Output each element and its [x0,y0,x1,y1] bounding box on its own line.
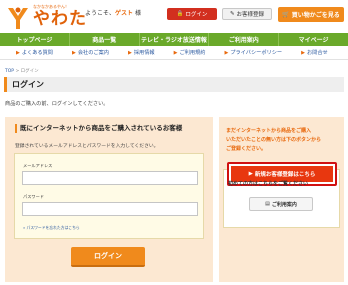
password-field[interactable] [22,202,198,216]
first-time-text: 初めての方はこちらをご覧ください [228,181,309,187]
register-panel: まだインターネットから商品をご購入 いただいたことの無い方は下のボタンから ご登… [219,117,344,282]
welcome-message: ようこそ、ゲスト 様 [85,9,141,19]
header-login-button[interactable]: 🔒 ログイン [167,8,217,20]
breadcrumb: TOP > ログイン [5,68,39,74]
email-field[interactable] [22,171,198,185]
welcome-suffix: 様 [133,10,141,17]
welcome-guest-name: ゲスト [115,10,134,17]
subnav-item-terms[interactable]: ▶ ご利用規約 [173,49,206,57]
site-header: なかなかあるやん！ やわた ようこそ、ゲスト 様 🔒 ログイン ✎ お客様登録 🛒 買… [0,0,348,36]
password-label: パスワード [23,194,44,199]
logo-text[interactable]: やわた [33,9,87,29]
breadcrumb-home[interactable]: TOP [5,69,14,74]
page-title-bar: ログイン [4,77,344,92]
subnav-item-label: よくある質問 [21,50,53,56]
arrow-right-icon: ▶ [128,49,132,56]
header-register-button[interactable]: ✎ お客様登録 [222,8,272,20]
cart-icon: 🛒 [282,11,290,18]
guide-button-label: ご利用案内 [271,201,297,208]
login-button[interactable]: ログイン [71,247,145,267]
cart-label: 買い物かごを見る [291,12,340,19]
nav-item-mypage[interactable]: マイページ [279,33,348,46]
cart-button[interactable]: 🛒 買い物かごを見る [278,7,344,22]
arrow-right-icon: ▶ [16,49,20,56]
login-form: メールアドレス パスワード » パスワードを忘れた方はこちら [14,153,204,239]
subnav-item-label: お問合せ [306,50,328,56]
page-title: ログイン [12,80,44,89]
subnav-item-company[interactable]: ▶ 会社のご案内 [72,49,109,57]
logo-icon[interactable] [5,5,31,31]
forgot-password-link[interactable]: » パスワードを忘れた方はこちら [23,225,80,231]
register-message: まだインターネットから商品をご購入 いただいたことの無い方は下のボタンから ご登… [226,127,341,154]
header-login-label: ログイン [185,12,208,18]
subnav-item-label: プライバシーポリシー [230,50,283,56]
subnav-item-contact[interactable]: ▶ お問合せ [301,49,328,57]
breadcrumb-separator: > [14,69,21,74]
email-label: メールアドレス [23,163,53,168]
arrow-right-icon: ▶ [224,49,229,56]
guide-button[interactable]: ▤ ご利用案内 [249,197,313,211]
nav-item-guide[interactable]: ご利用案内 [209,33,280,46]
subnav-item-label: 採用情報 [133,50,155,56]
register-message-line: ご登録ください。 [226,146,267,152]
page-intro: 商品のご購入の前、ログインしてください。 [5,101,109,107]
login-panel: 既にインターネットから商品をご購入されているお客様 登録されているメールアドレス… [5,117,213,282]
arrow-right-icon: ▶ [173,49,178,56]
arrow-right-icon: ▶ [301,49,305,56]
lock-icon: 🔒 [176,11,184,17]
breadcrumb-current: ログイン [20,69,39,74]
nav-item-top[interactable]: トップページ [0,33,70,46]
new-register-label: 新規お客様登録はこちら [254,172,316,178]
login-panel-description: 登録されているメールアドレスとパスワードを入力してください。 [15,144,159,149]
arrow-right-icon: ▶ [72,49,76,56]
welcome-prefix: ようこそ、 [85,10,116,17]
register-message-line: まだインターネットから商品をご購入 [226,128,312,134]
subnav-item-label: ご利用規約 [179,50,206,56]
document-icon: ▤ [265,201,270,207]
nav-item-broadcast[interactable]: テレビ・ラジオ放送情報 [140,33,210,46]
arrow-right-icon: ▶ [248,171,253,177]
subnav-item-recruit[interactable]: ▶ 採用情報 [128,49,155,57]
subnav-item-label: 会社のご案内 [77,50,109,56]
login-panel-heading: 既にインターネットから商品をご購入されているお客様 [15,124,182,133]
subnav-item-privacy[interactable]: ▶ プライバシーポリシー [224,49,283,57]
pencil-icon: ✎ [229,11,235,17]
header-register-label: お客様登録 [236,12,265,18]
nav-item-products[interactable]: 商品一覧 [70,33,140,46]
main-nav: トップページ 商品一覧 テレビ・ラジオ放送情報 ご利用案内 マイページ [0,33,348,46]
register-message-line: いただいたことの無い方は下のボタンから [226,137,321,143]
sub-nav: ▶ よくある質問 ▶ 会社のご案内 ▶ 採用情報 ▶ ご利用規約 ▶ プライバシーポリシー… [0,46,348,60]
subnav-item-faq[interactable]: ▶ よくある質問 [16,49,53,57]
